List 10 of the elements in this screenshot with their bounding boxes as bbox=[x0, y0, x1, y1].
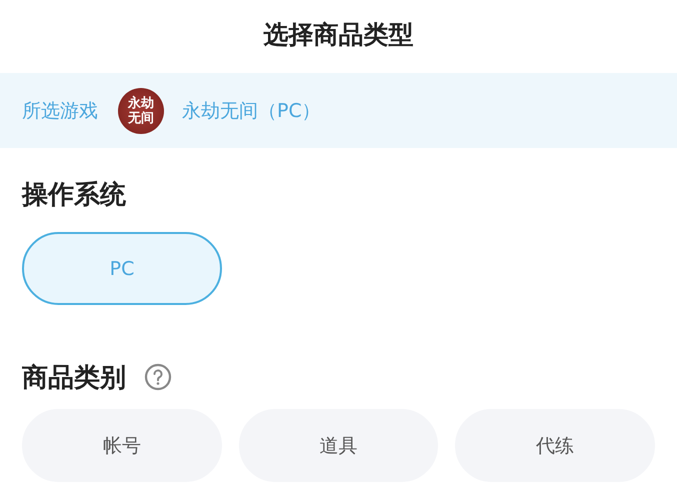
page-title: 选择商品类型 bbox=[262, 19, 414, 51]
game-icon: 永劫无间 bbox=[118, 88, 164, 134]
option-button[interactable]: 代练 bbox=[455, 409, 656, 482]
section-heading: 商品类别 bbox=[22, 362, 126, 394]
game-label: 所选游戏 bbox=[22, 98, 98, 124]
section-heading: 操作系统 bbox=[22, 178, 126, 212]
option-button[interactable]: 帐号 bbox=[22, 409, 222, 482]
game-name: 永劫无间（PC） bbox=[182, 98, 321, 124]
option-button[interactable]: 道具 bbox=[238, 409, 438, 482]
help-icon[interactable] bbox=[144, 363, 172, 391]
